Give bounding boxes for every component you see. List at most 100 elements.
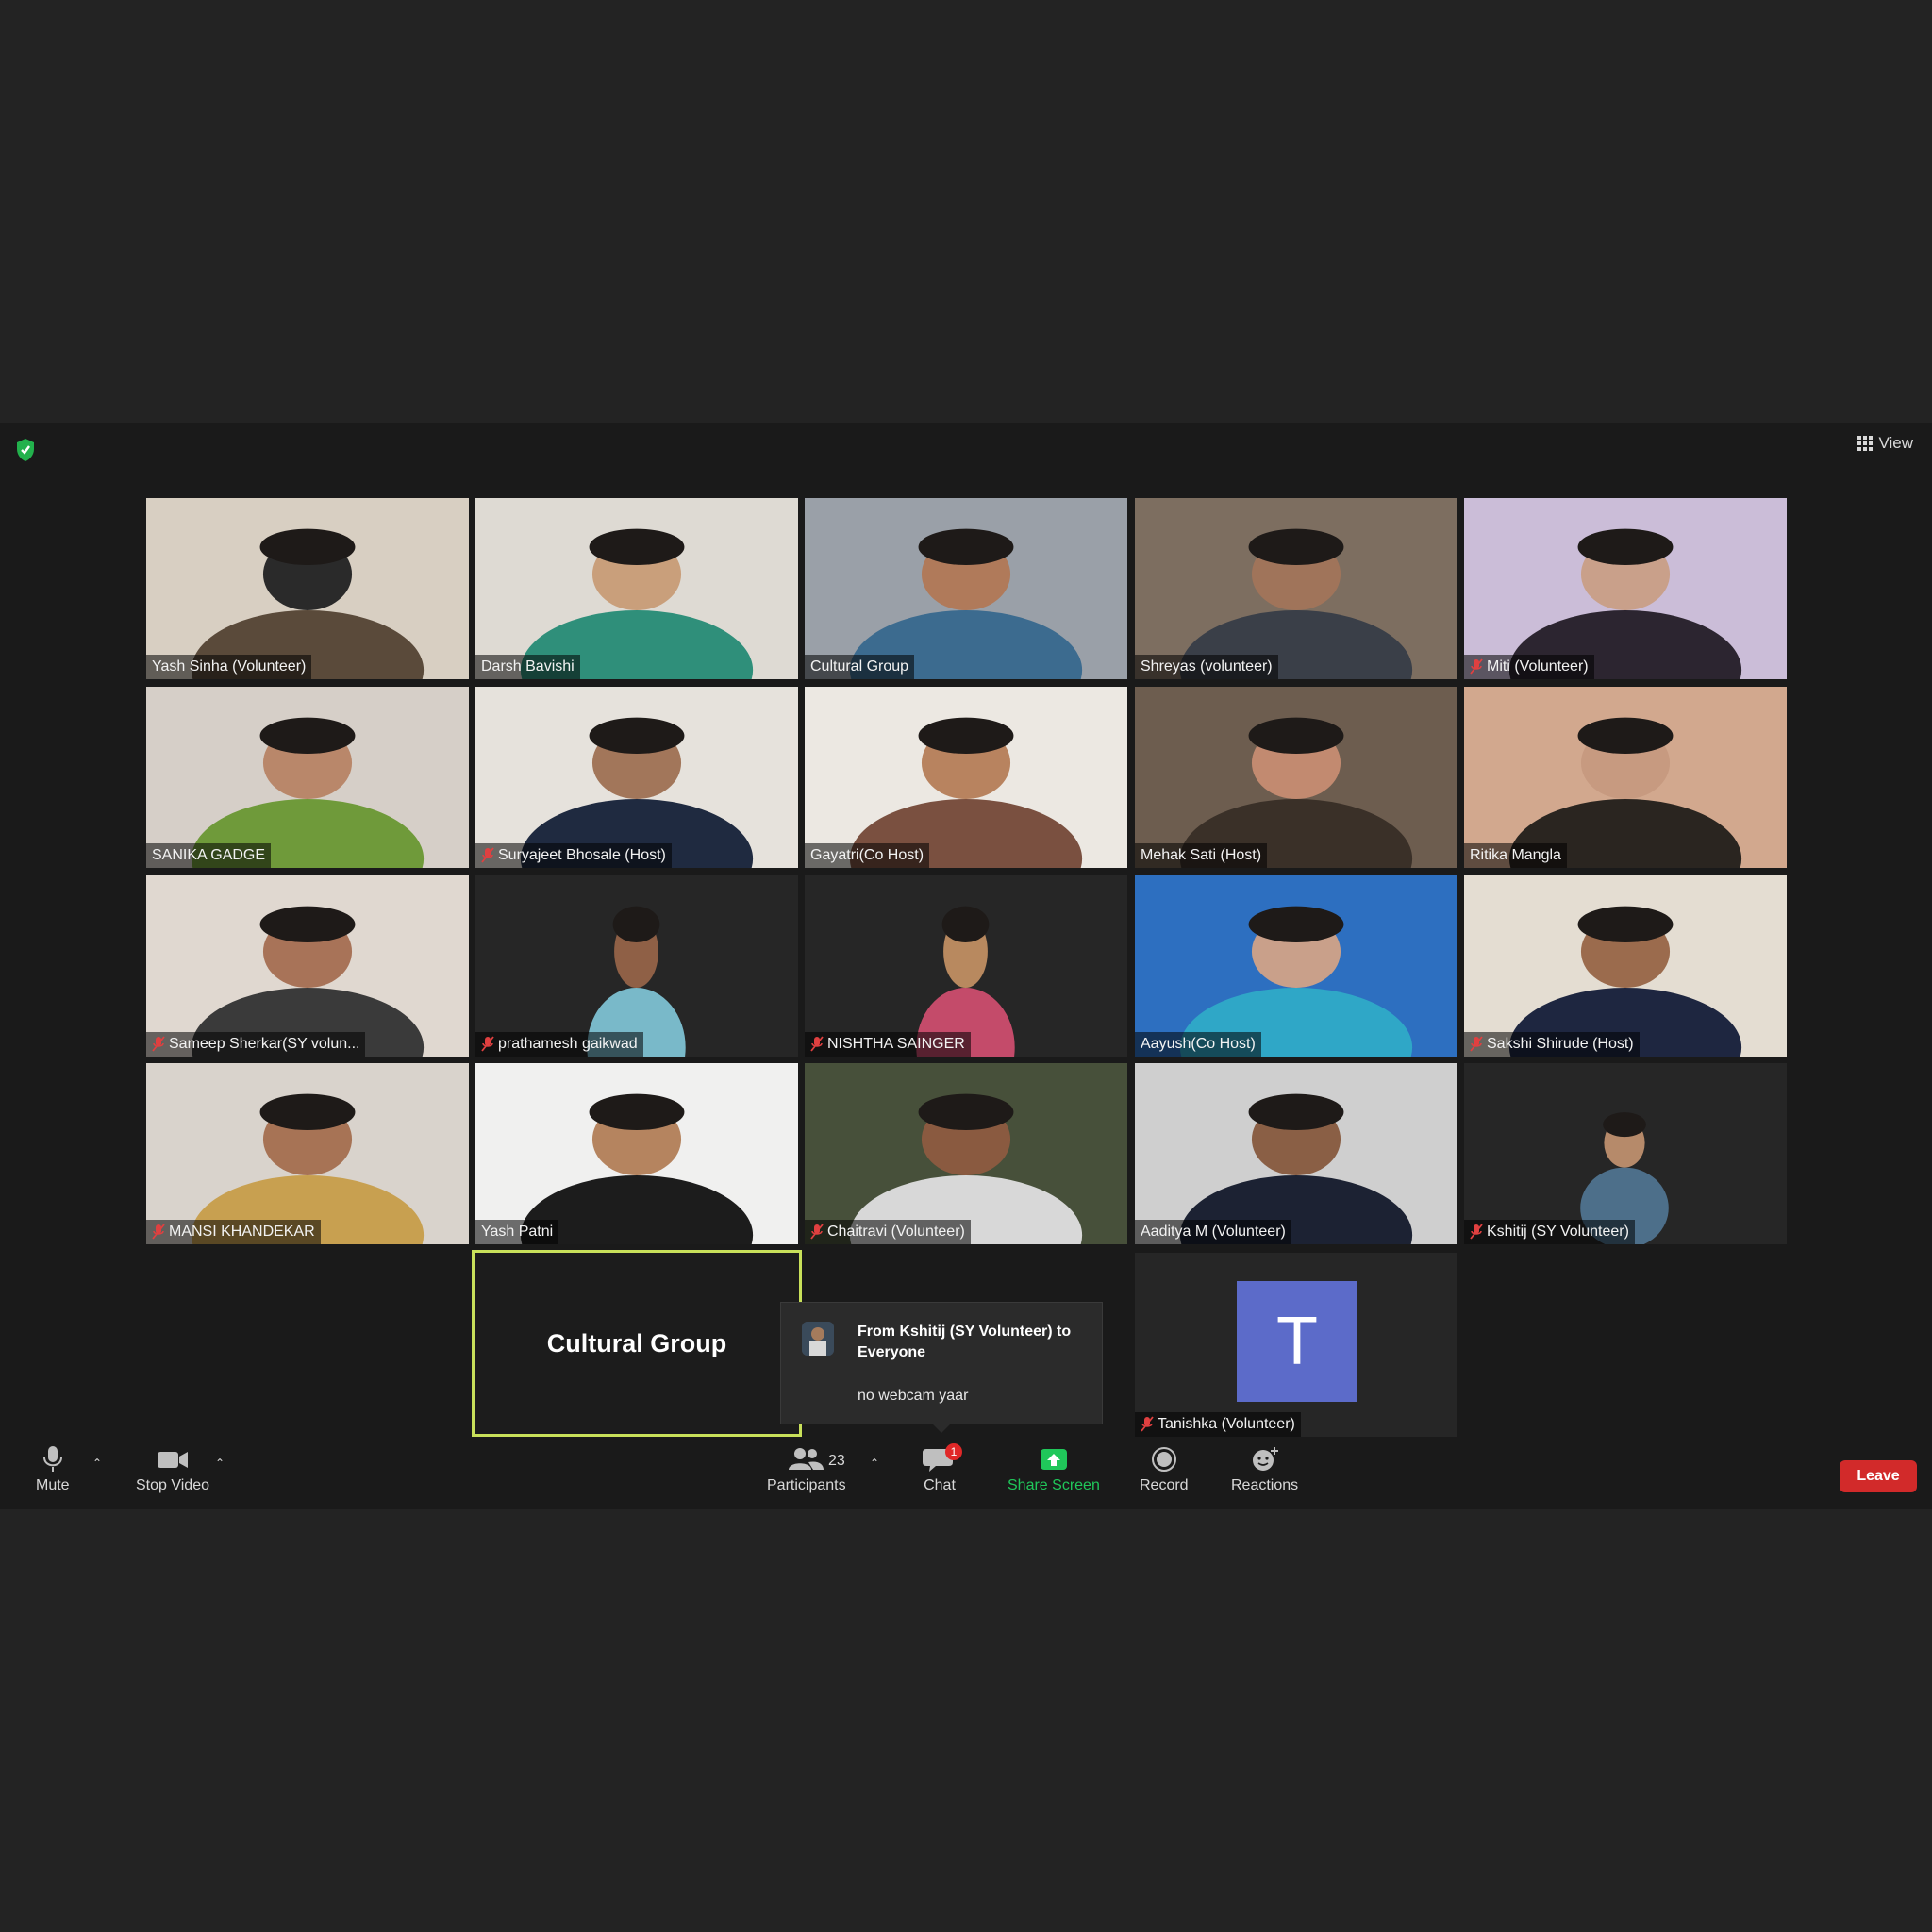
chat-sender: From Kshitij (SY Volunteer) to Everyone [858, 1324, 1072, 1360]
participant-tile[interactable]: Kshitij (SY Volunteer) [1464, 1063, 1787, 1244]
participant-name-label: Tanishka (Volunteer) [1135, 1412, 1301, 1437]
stop-video-button[interactable]: Stop Video [136, 1445, 209, 1494]
participant-tile[interactable]: Suryajeet Bhosale (Host) [475, 687, 798, 868]
participant-video [1135, 687, 1457, 868]
participant-video [475, 687, 798, 868]
microphone-icon [42, 1446, 62, 1472]
participant-video [805, 1063, 1127, 1244]
participant-name: Sakshi Shirude (Host) [1487, 1036, 1634, 1052]
participant-video [475, 1063, 798, 1244]
participant-tile[interactable]: SANIKA GADGE [146, 687, 469, 868]
participant-count: 23 [828, 1453, 845, 1469]
participant-video [1563, 1091, 1686, 1244]
participant-video [1464, 687, 1787, 868]
participant-name: SANIKA GADGE [152, 847, 266, 863]
muted-mic-icon [481, 847, 494, 863]
participant-name-label: Miti (Volunteer) [1464, 655, 1594, 679]
participant-tile-no-video[interactable]: T Tanishka (Volunteer) [1135, 1253, 1457, 1437]
participant-name-label: Sakshi Shirude (Host) [1464, 1032, 1640, 1057]
muted-mic-icon [1470, 1036, 1483, 1052]
participant-tile[interactable]: Yash Sinha (Volunteer) [146, 498, 469, 679]
participant-name-label: SANIKA GADGE [146, 843, 272, 868]
participant-name-label: Kshitij (SY Volunteer) [1464, 1220, 1635, 1244]
audio-options-caret-icon[interactable]: ⌃ [92, 1457, 102, 1470]
participant-name: Tanishka (Volunteer) [1158, 1416, 1295, 1432]
participant-video [146, 687, 469, 868]
participant-name: MANSI KHANDEKAR [169, 1224, 315, 1240]
share-screen-button[interactable]: Share Screen [1008, 1445, 1100, 1494]
participant-video [568, 875, 705, 1057]
participant-name-label: Aaditya M (Volunteer) [1135, 1220, 1291, 1244]
participant-tile[interactable]: Darsh Bavishi [475, 498, 798, 679]
participant-name-label: Ritika Mangla [1464, 843, 1567, 868]
participant-name: Yash Patni [481, 1224, 554, 1240]
participant-name: Yash Sinha (Volunteer) [152, 658, 307, 675]
participant-tile[interactable]: Ritika Mangla [1464, 687, 1787, 868]
muted-mic-icon [810, 1224, 824, 1240]
share-screen-icon [1040, 1449, 1067, 1470]
participant-tile[interactable]: Aayush(Co Host) [1135, 875, 1457, 1057]
muted-mic-icon [1141, 1416, 1154, 1432]
reactions-smiley-icon [1252, 1447, 1278, 1471]
participant-name-label: Cultural Group [805, 655, 915, 679]
participant-name-label: MANSI KHANDEKAR [146, 1220, 321, 1244]
muted-mic-icon [481, 1036, 494, 1052]
participants-caret-icon[interactable]: ⌃ [870, 1457, 879, 1470]
reactions-button[interactable]: Reactions [1231, 1445, 1298, 1494]
participant-name-label: Yash Patni [475, 1220, 559, 1244]
participants-label: Participants [767, 1477, 846, 1493]
meeting-toolbar: Mute ⌃ Stop Video ⌃ Participants 23 ⌃ Ch… [0, 1441, 1932, 1509]
participant-video [1464, 498, 1787, 679]
muted-mic-icon [1470, 1224, 1483, 1240]
participants-icon [788, 1448, 824, 1470]
video-camera-icon [158, 1452, 188, 1468]
participant-name: Aaditya M (Volunteer) [1141, 1224, 1286, 1240]
participant-name: Sameep Sherkar(SY volun... [169, 1036, 360, 1052]
participant-video [146, 498, 469, 679]
participant-name: Mehak Sati (Host) [1141, 847, 1262, 863]
active-speaker-tile[interactable]: Cultural Group [472, 1250, 802, 1437]
popup-pointer [932, 1424, 951, 1433]
participant-name: NISHTHA SAINGER [827, 1036, 965, 1052]
participant-avatar: T [1237, 1281, 1357, 1402]
participant-name-label: prathamesh gaikwad [475, 1032, 643, 1057]
participant-name: Ritika Mangla [1470, 847, 1561, 863]
participant-tile[interactable]: NISHTHA SAINGER [805, 875, 1127, 1057]
participant-name: Shreyas (volunteer) [1141, 658, 1273, 675]
leave-meeting-button[interactable]: Leave [1840, 1460, 1917, 1492]
participant-video [897, 875, 1034, 1057]
participant-tile[interactable]: MANSI KHANDEKAR [146, 1063, 469, 1244]
chat-message: no webcam yaar [858, 1388, 969, 1404]
participant-tile[interactable]: Shreyas (volunteer) [1135, 498, 1457, 679]
participant-tile[interactable]: Sameep Sherkar(SY volun... [146, 875, 469, 1057]
mute-button[interactable]: Mute [36, 1445, 70, 1494]
participant-video [805, 687, 1127, 868]
participant-name-label: Darsh Bavishi [475, 655, 580, 679]
zoom-meeting-window: View Kshitij (SY Volunteer) Aaditya M (Vo… [0, 423, 1932, 1509]
participant-name-label: Chaitravi (Volunteer) [805, 1220, 971, 1244]
top-letterbox [0, 0, 1932, 423]
participant-tile[interactable]: Chaitravi (Volunteer) [805, 1063, 1127, 1244]
participant-name-label: Yash Sinha (Volunteer) [146, 655, 312, 679]
participant-name: Kshitij (SY Volunteer) [1487, 1224, 1629, 1240]
participant-video [146, 875, 469, 1057]
participant-tile[interactable]: Gayatri(Co Host) [805, 687, 1127, 868]
participant-tile[interactable]: Yash Patni [475, 1063, 798, 1244]
chat-notification-popup[interactable]: From Kshitij (SY Volunteer) to Everyone … [780, 1302, 1103, 1433]
participant-name: Miti (Volunteer) [1487, 658, 1589, 675]
chat-unread-badge: 1 [945, 1443, 962, 1460]
gallery-view: Kshitij (SY Volunteer) Aaditya M (Volunte… [0, 423, 1932, 1441]
participant-tile[interactable]: Cultural Group [805, 498, 1127, 679]
sender-avatar [802, 1322, 834, 1356]
participant-tile[interactable]: Aaditya M (Volunteer) [1135, 1063, 1457, 1244]
record-icon [1151, 1447, 1176, 1472]
participant-name: Gayatri(Co Host) [810, 847, 924, 863]
stop-video-label: Stop Video [136, 1477, 209, 1493]
participant-tile[interactable]: Sakshi Shirude (Host) [1464, 875, 1787, 1057]
participant-tile[interactable]: Miti (Volunteer) [1464, 498, 1787, 679]
participant-tile[interactable]: prathamesh gaikwad [475, 875, 798, 1057]
participant-name-label: Mehak Sati (Host) [1135, 843, 1268, 868]
record-button[interactable]: Record [1140, 1445, 1189, 1494]
participant-tile[interactable]: Mehak Sati (Host) [1135, 687, 1457, 868]
video-options-caret-icon[interactable]: ⌃ [215, 1457, 225, 1470]
